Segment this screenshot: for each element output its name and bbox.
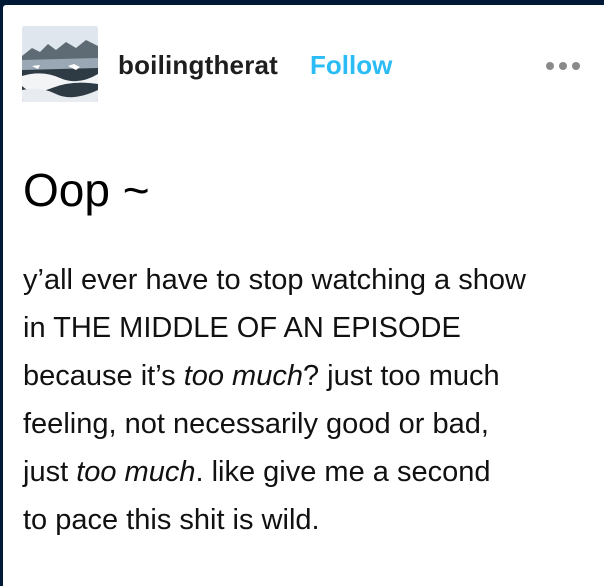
ellipsis-icon[interactable] [543, 59, 583, 73]
body-text-segment: ? just too much [302, 360, 500, 392]
post-header: boilingtherat Follow [3, 5, 604, 115]
body-line: to pace this shit is wild. [23, 504, 320, 536]
body-text-segment: because it’s [23, 360, 184, 392]
body-line: in THE MIDDLE OF AN EPISODE [23, 312, 461, 344]
author-username[interactable]: boilingtherat [118, 49, 278, 81]
body-emphasis: too much [76, 456, 196, 488]
post-body: y’all ever have to stop watching a show … [23, 256, 593, 544]
snowy-landscape-avatar-icon [22, 26, 98, 102]
body-line: just too much. like give me a second [23, 448, 593, 496]
avatar[interactable] [22, 26, 98, 102]
follow-button[interactable]: Follow [310, 49, 392, 81]
ellipsis-dot [546, 62, 554, 70]
body-text-segment: just [23, 456, 77, 488]
body-line: y’all ever have to stop watching a show [23, 264, 526, 296]
body-line: feeling, not necessarily good or bad, [23, 408, 489, 440]
ellipsis-dot [572, 62, 580, 70]
body-emphasis: too much [183, 360, 303, 392]
body-text-segment: . like give me a second [195, 456, 491, 488]
body-line: because it’s too much? just too much [23, 352, 593, 400]
post-card: boilingtherat Follow Oop ~ y’all ever ha… [3, 5, 604, 586]
ellipsis-dot [559, 62, 567, 70]
post-title: Oop ~ [23, 164, 150, 216]
